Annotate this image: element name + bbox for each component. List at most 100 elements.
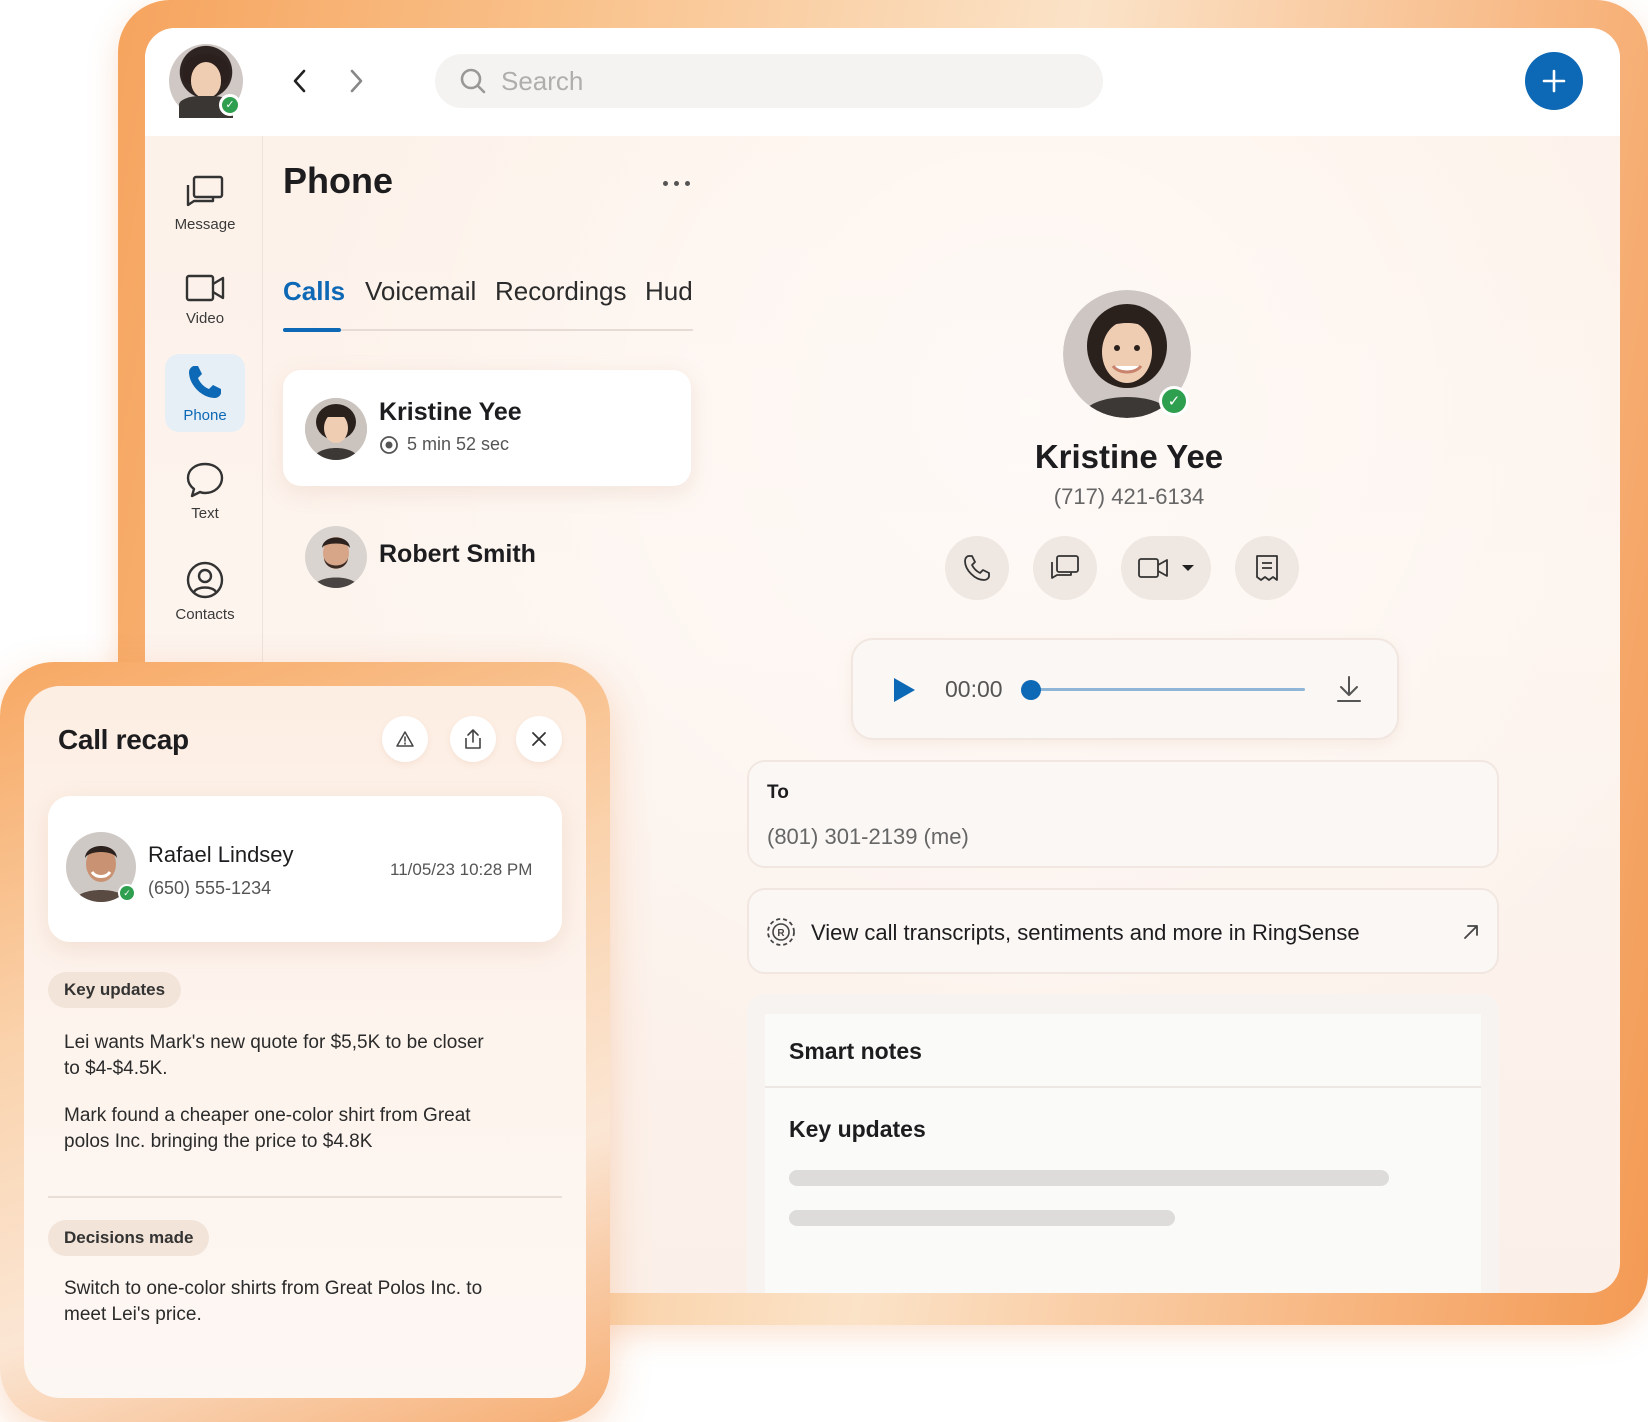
key-update-item: Mark found a cheaper one-color shirt fro… <box>64 1105 471 1152</box>
sidebar-item-label: Contacts <box>175 605 235 623</box>
share-icon <box>465 729 481 749</box>
svg-text:R: R <box>777 928 785 939</box>
recap-contact-card: ✓ Rafael Lindsey (650) 555-1234 11/05/23… <box>48 796 562 942</box>
ringsense-text: View call transcripts, sentiments and mo… <box>811 920 1360 945</box>
call-datetime: 11/05/23 10:28 PM <box>390 860 533 879</box>
tab-calls[interactable]: Calls <box>283 276 345 307</box>
text-bubble-icon <box>186 462 224 497</box>
share-button[interactable] <box>450 716 496 762</box>
contact-avatar: ✓ <box>1063 290 1191 418</box>
caller-photo <box>305 526 367 588</box>
badge-label: Key updates <box>64 980 166 999</box>
ringsense-icon: R <box>767 918 795 946</box>
call-button[interactable] <box>945 536 1009 600</box>
sidebar-item-label: Text <box>191 504 219 522</box>
tab-label: Voicemail <box>365 276 477 306</box>
close-icon <box>532 732 546 746</box>
video-call-button[interactable] <box>1121 536 1211 600</box>
key-updates-title: Key updates <box>789 1116 926 1142</box>
sidebar-item-message[interactable]: Message <box>165 164 245 242</box>
call-recap-title: Call recap <box>58 724 189 755</box>
record-icon <box>380 435 398 454</box>
user-avatar[interactable]: ✓ <box>169 44 243 118</box>
contact-name: Rafael Lindsey <box>148 842 294 867</box>
more-options-button[interactable] <box>663 176 697 190</box>
smart-notes-card: Smart notes Key updates <box>765 1014 1481 1293</box>
key-update-item: Lei wants Mark's new quote for $5,5K to … <box>64 1032 484 1079</box>
tab-hud[interactable]: Hud <box>645 276 693 307</box>
ringsense-link[interactable]: R View call transcripts, sentiments and … <box>747 888 1499 974</box>
search-input[interactable] <box>501 65 1061 97</box>
playback-scrubber[interactable] <box>1021 680 1041 700</box>
smart-notes-title: Smart notes <box>789 1038 922 1064</box>
audio-player: 00:00 <box>851 638 1399 740</box>
message-button[interactable] <box>1033 536 1097 600</box>
contact-phone: (650) 555-1234 <box>148 878 272 898</box>
plus-icon <box>1542 69 1566 93</box>
tab-label: Calls <box>283 276 346 306</box>
playback-time: 00:00 <box>945 676 1003 702</box>
contact-name: Kristine Yee <box>1034 438 1224 475</box>
report-button[interactable] <box>382 716 428 762</box>
notes-icon <box>1256 555 1278 581</box>
search-icon <box>460 68 486 94</box>
decision-item: Switch to one-color shirts from Great Po… <box>64 1278 483 1325</box>
warning-icon <box>396 731 414 747</box>
notes-button[interactable] <box>1235 536 1299 600</box>
key-updates-badge: Key updates <box>48 972 182 1008</box>
online-status-icon: ✓ <box>219 94 241 116</box>
sidebar-item-label: Video <box>185 309 225 327</box>
caller-avatar <box>305 526 367 588</box>
more-dot-icon <box>663 180 668 186</box>
caret-down-icon <box>1182 565 1194 571</box>
more-dot-icon <box>685 180 690 186</box>
top-bar: ✓ <box>145 28 1620 136</box>
divider <box>765 1086 1481 1088</box>
tab-recordings[interactable]: Recordings <box>495 276 627 307</box>
active-tab-indicator <box>283 328 341 332</box>
to-label: To <box>767 782 789 803</box>
message-icon <box>186 175 224 206</box>
caller-name: Robert Smith <box>379 540 536 568</box>
divider <box>48 1196 562 1198</box>
caller-name: Kristine Yee <box>379 398 522 426</box>
sidebar-item-video[interactable]: Video <box>165 260 245 338</box>
close-button[interactable] <box>516 716 562 762</box>
call-list-item[interactable]: Robert Smith <box>283 518 691 598</box>
to-field: To (801) 301-2139 (me) <box>747 760 1499 868</box>
add-button[interactable] <box>1525 52 1583 110</box>
phone-icon <box>964 555 990 581</box>
page-title: Phone <box>283 160 394 201</box>
play-button[interactable] <box>891 676 919 706</box>
phone-tabs: Calls Voicemail Recordings Hud <box>283 276 693 332</box>
call-list-item-selected[interactable]: Kristine Yee 5 min 52 sec <box>283 370 691 486</box>
call-duration: 5 min 52 sec <box>379 434 509 455</box>
contacts-icon <box>186 561 224 598</box>
contact-phone: (717) 421-6134 <box>1053 484 1205 509</box>
badge-label: Decisions made <box>64 1228 194 1247</box>
contact-avatar: ✓ <box>66 832 136 902</box>
message-icon <box>1051 555 1079 579</box>
video-icon <box>185 274 225 301</box>
playback-track[interactable] <box>1031 688 1305 691</box>
forward-button[interactable] <box>339 64 373 98</box>
external-link-icon <box>1464 925 1478 939</box>
back-button[interactable] <box>283 64 317 98</box>
caller-photo <box>305 398 367 460</box>
sidebar-item-text[interactable]: Text <box>165 452 245 530</box>
tab-label: Hud <box>645 276 693 306</box>
loading-placeholder <box>789 1170 1389 1186</box>
search-bar[interactable] <box>435 54 1103 108</box>
download-icon <box>1337 676 1361 702</box>
phone-icon <box>189 365 221 398</box>
tab-voicemail[interactable]: Voicemail <box>365 276 476 307</box>
caller-avatar <box>305 398 367 460</box>
download-button[interactable] <box>1335 674 1365 704</box>
sidebar-item-phone[interactable]: Phone <box>165 354 245 432</box>
chevron-left-icon <box>293 69 306 93</box>
tab-label: Recordings <box>495 276 627 306</box>
chevron-right-icon <box>350 69 363 93</box>
sidebar-item-contacts[interactable]: Contacts <box>165 552 245 630</box>
decisions-made-badge: Decisions made <box>48 1220 210 1256</box>
to-value: (801) 301-2139 (me) <box>767 824 969 849</box>
